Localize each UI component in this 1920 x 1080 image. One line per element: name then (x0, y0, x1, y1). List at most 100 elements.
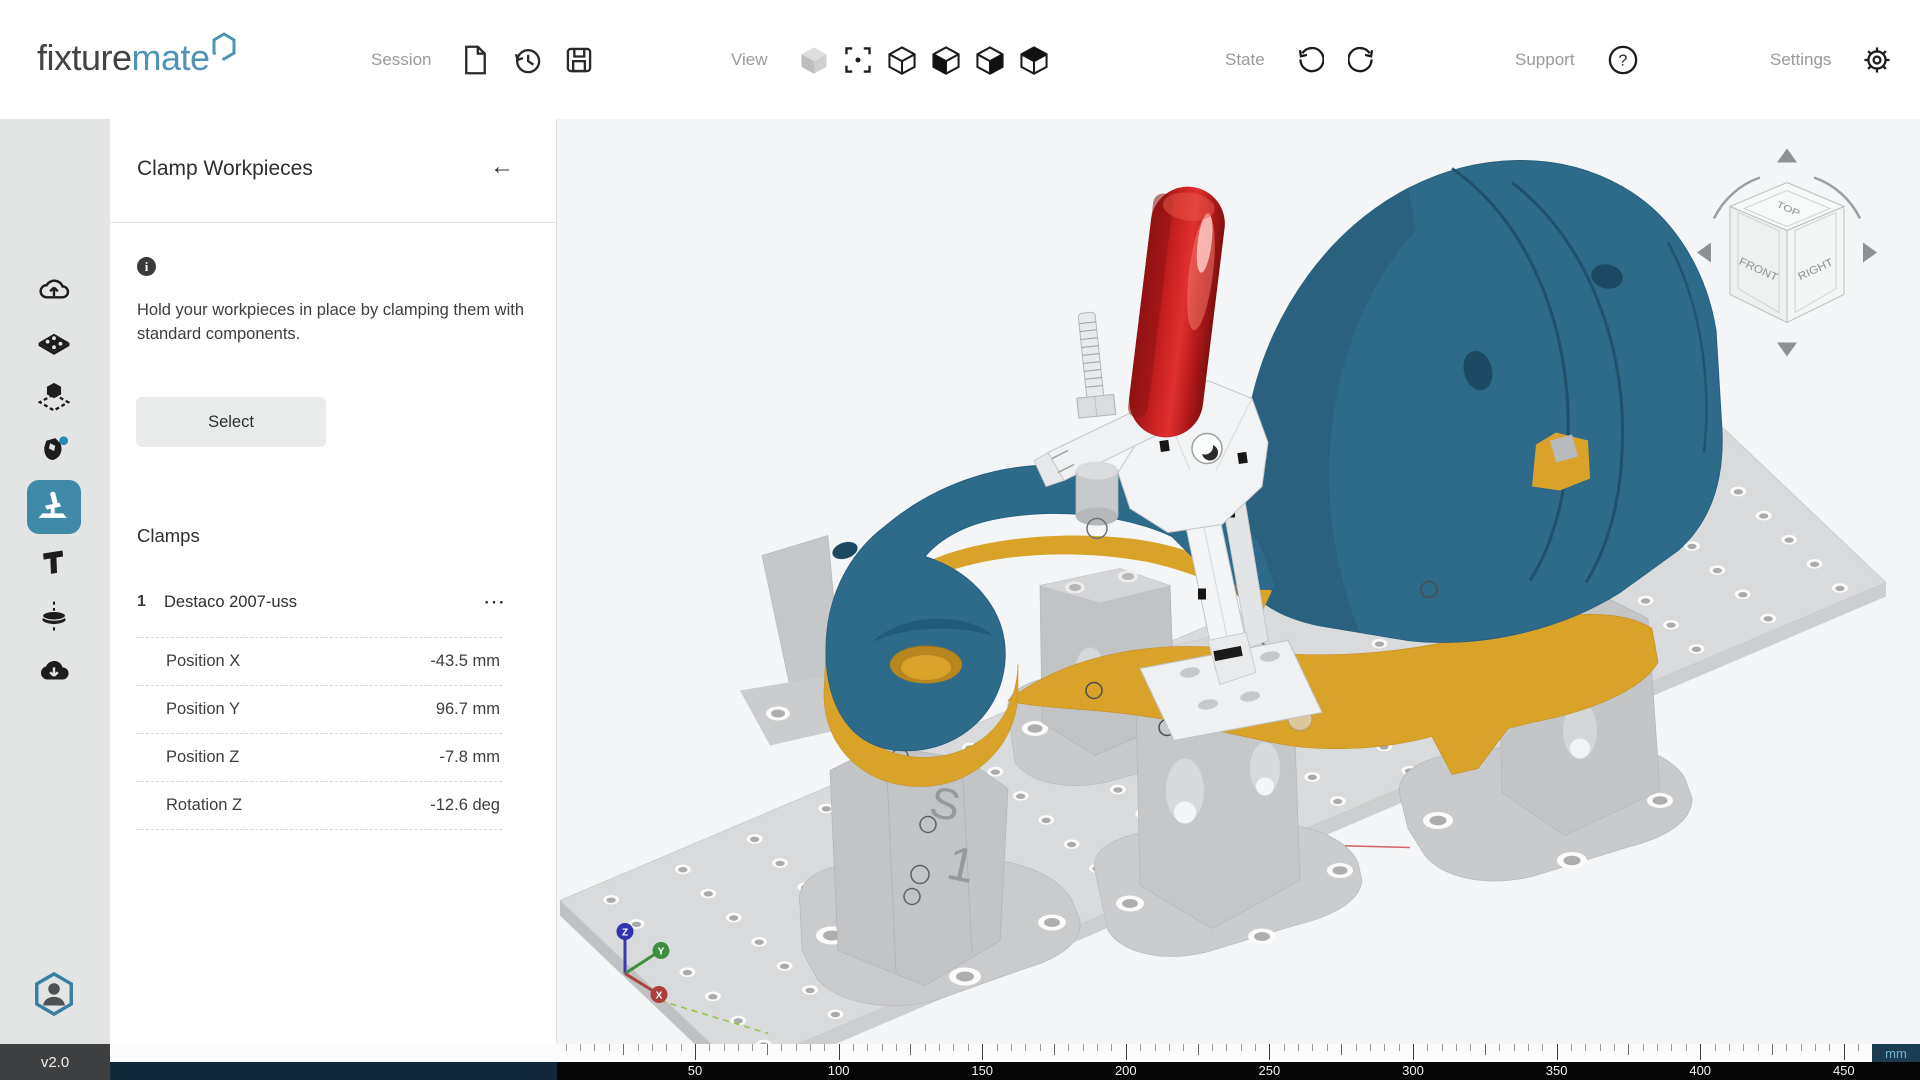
save-button[interactable] (557, 38, 601, 82)
state-group: State (1225, 0, 1385, 119)
ruler-label: 200 (1114, 1063, 1137, 1078)
clamp-properties-table: Position X -43.5 mm Position Y 96.7 mm P… (136, 637, 502, 830)
sidebar-item-probe[interactable] (27, 590, 81, 644)
property-label: Position Y (166, 700, 240, 718)
property-value[interactable]: -7.8 mm (439, 748, 502, 767)
history-button[interactable] (505, 38, 549, 82)
property-row-position-y: Position Y 96.7 mm (136, 686, 502, 734)
clamp-list-item[interactable]: 1 Destaco 2007-uss ⋯ (137, 589, 507, 615)
clamp-panel: Clamp Workpieces ← i Hold your workpiece… (110, 119, 557, 1044)
view-cube[interactable]: TOP FRONT RIGHT (1697, 148, 1877, 357)
y-axis-label: Y (658, 947, 665, 958)
rotate-up-arrow[interactable] (1777, 148, 1797, 163)
clamps-heading: Clamps (137, 525, 200, 546)
view-fit-button[interactable] (836, 38, 880, 82)
ruler-label: 350 (1545, 1063, 1568, 1078)
property-value[interactable]: -43.5 mm (430, 652, 502, 671)
user-avatar[interactable] (27, 967, 81, 1021)
sidebar-item-position[interactable] (27, 370, 81, 424)
cube-right-face-icon (975, 45, 1004, 75)
version-text: v2.0 (40, 1053, 70, 1071)
ruler-label: 300 (1402, 1063, 1424, 1078)
new-session-button[interactable] (453, 38, 497, 82)
progress-strip (110, 1062, 557, 1080)
workpiece-part-icon (44, 436, 69, 460)
ruler-unit-badge: mm (1872, 1044, 1920, 1062)
sidebar-item-clamp[interactable] (27, 480, 81, 534)
cube-solid-icon (800, 46, 827, 74)
property-label: Position X (166, 652, 241, 670)
cube-left-face-icon (931, 45, 960, 75)
sidebar-item-fixture[interactable] (27, 535, 81, 589)
version-badge: v2.0 (0, 1044, 110, 1080)
sidebar-item-workpiece[interactable] (27, 424, 81, 478)
ruler-unit-text: mm (1885, 1045, 1907, 1061)
save-icon (567, 47, 592, 72)
panel-header: Clamp Workpieces ← (110, 119, 556, 223)
page-title: Clamp Workpieces (137, 157, 313, 180)
session-label: Session (371, 49, 432, 69)
ruler-label: 50 (687, 1063, 703, 1078)
session-group: Session (371, 0, 601, 119)
ruler-scale-bar: 50 100 150 200 250 300 350 400 450 (557, 1062, 1920, 1080)
sidebar-item-baseplate[interactable] (27, 317, 81, 371)
ruler-label: 250 (1258, 1063, 1281, 1078)
history-icon (515, 48, 541, 73)
support-group: Support ? (1515, 0, 1645, 119)
undo-icon (1298, 46, 1324, 72)
rotate-down-arrow[interactable] (1777, 342, 1797, 357)
z-axis-label: Z (622, 928, 628, 939)
redo-button[interactable] (1341, 38, 1385, 82)
help-button[interactable]: ? (1601, 38, 1645, 82)
x-axis-label: X (656, 991, 663, 1002)
support-label: Support (1515, 49, 1575, 69)
settings-button[interactable] (1855, 38, 1899, 82)
view-top-button[interactable] (1012, 38, 1056, 82)
scene-canvas: S 1 TOP FRONT RIGHT Z Y X (559, 148, 1887, 1044)
cloud-upload-icon (39, 279, 70, 299)
top-toolbar: fixture mate Session View State Support … (0, 0, 1920, 120)
ruler: 50 100 150 200 250 300 350 400 450 mm (557, 1044, 1920, 1080)
probe-disc-icon (41, 601, 67, 633)
rotate-left-arrow[interactable] (1697, 242, 1711, 263)
app-logo[interactable]: fixture mate (37, 30, 237, 86)
clamp-index: 1 (137, 593, 146, 610)
property-value[interactable]: -12.6 deg (430, 796, 502, 815)
ruler-label: 450 (1832, 1063, 1855, 1078)
cube-top-face-icon (1019, 45, 1048, 75)
view-left-button[interactable] (924, 38, 968, 82)
ruler-label: 100 (827, 1063, 850, 1078)
panel-bottom-strip (110, 1044, 557, 1062)
svg-text:?: ? (1618, 52, 1627, 69)
workpiece-position-icon (37, 382, 71, 412)
property-row-rotation-z: Rotation Z -12.6 deg (136, 782, 502, 830)
property-label: Rotation Z (166, 796, 243, 814)
logo-text-mate: mate (131, 37, 211, 78)
clamp-tool-icon (38, 491, 67, 518)
viewport-3d[interactable]: S 1 TOP FRONT RIGHT Z Y X (557, 119, 1920, 1044)
undo-button[interactable] (1287, 38, 1331, 82)
sidebar-item-upload[interactable] (27, 263, 81, 317)
gear-icon (1864, 46, 1891, 73)
fit-view-icon (844, 46, 871, 73)
view-isometric-button[interactable] (880, 38, 924, 82)
view-shaded-button[interactable] (792, 38, 836, 82)
view-right-button[interactable] (968, 38, 1012, 82)
logo-hexagon-icon (212, 32, 236, 61)
property-row-position-x: Position X -43.5 mm (136, 638, 502, 686)
rotate-right-arrow[interactable] (1863, 242, 1877, 263)
document-icon (465, 45, 486, 74)
clamp-menu-button[interactable]: ⋯ (483, 589, 507, 615)
redo-icon (1347, 46, 1373, 72)
clamp-name: Destaco 2007-uss (164, 592, 297, 611)
state-label: State (1225, 49, 1265, 69)
property-value[interactable]: 96.7 mm (436, 700, 502, 719)
info-icon: i (137, 257, 156, 276)
select-button[interactable]: Select (136, 397, 326, 447)
property-row-position-z: Position Z -7.8 mm (136, 734, 502, 782)
sidebar-item-download[interactable] (27, 644, 81, 698)
logo-text-fixture: fixture (37, 37, 132, 78)
back-button[interactable]: ← (490, 153, 514, 181)
t-support-icon (43, 550, 64, 574)
tool-sidebar (0, 119, 110, 1044)
